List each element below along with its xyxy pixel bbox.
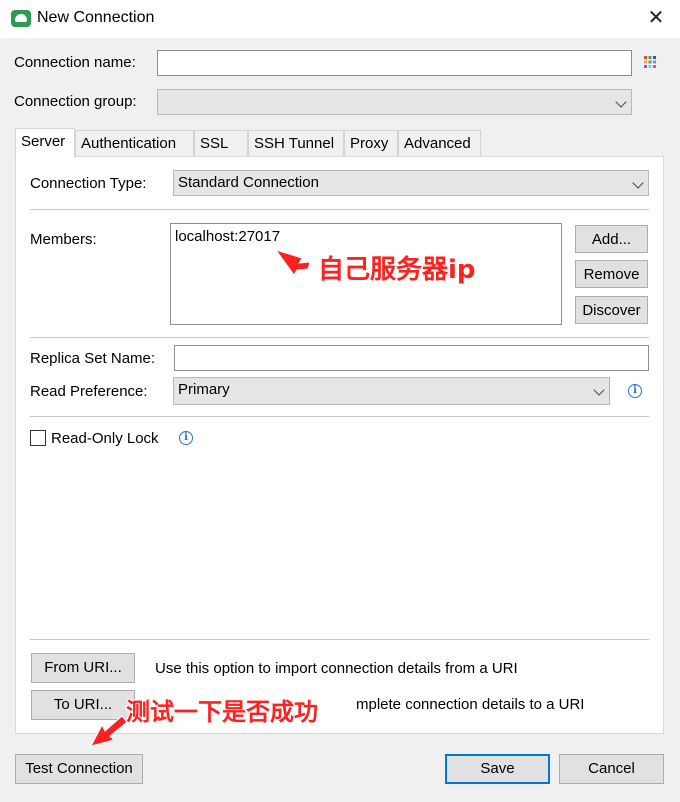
read-preference-value: Primary (178, 381, 230, 398)
divider (30, 639, 649, 640)
replica-set-label: Replica Set Name: (30, 350, 156, 367)
tab-advanced[interactable]: Advanced (398, 130, 481, 156)
connection-type-value: Standard Connection (178, 174, 319, 191)
connection-name-input[interactable] (157, 50, 632, 76)
tab-ssl[interactable]: SSL (194, 130, 248, 156)
divider (30, 209, 649, 210)
tab-server[interactable]: Server (15, 128, 75, 158)
to-uri-button[interactable]: To URI... (31, 690, 135, 720)
connection-group-label: Connection group: (14, 93, 137, 110)
connection-group-select[interactable] (157, 89, 632, 115)
grid-picker-icon[interactable] (643, 55, 657, 69)
read-only-lock-label: Read-Only Lock (51, 430, 159, 447)
read-preference-label: Read Preference: (30, 383, 148, 400)
to-uri-description: mplete connection details to a URI (356, 696, 585, 713)
tab-ssh-tunnel[interactable]: SSH Tunnel (248, 130, 344, 156)
divider (30, 416, 649, 417)
window-title: New Connection (37, 9, 155, 26)
from-uri-description: Use this option to import connection det… (155, 660, 518, 677)
remove-member-button[interactable]: Remove (575, 260, 648, 288)
test-connection-button[interactable]: Test Connection (15, 754, 143, 784)
cancel-button[interactable]: Cancel (559, 754, 664, 784)
chevron-down-icon (615, 96, 627, 108)
info-icon[interactable]: i (179, 431, 193, 445)
connection-type-select[interactable]: Standard Connection (173, 170, 649, 196)
discover-members-button[interactable]: Discover (575, 296, 648, 324)
info-icon[interactable]: i (628, 384, 642, 398)
annotation-server-ip: 自己服务器ip (318, 255, 476, 285)
members-label: Members: (30, 231, 97, 248)
replica-set-input[interactable] (174, 345, 649, 371)
from-uri-button[interactable]: From URI... (31, 653, 135, 683)
close-icon[interactable]: ✕ (644, 6, 668, 30)
member-item[interactable]: localhost:27017 (175, 228, 557, 245)
read-preference-select[interactable]: Primary (173, 377, 610, 405)
read-only-lock-checkbox[interactable] (30, 430, 46, 446)
divider (30, 337, 649, 338)
tab-proxy[interactable]: Proxy (344, 130, 398, 156)
connection-name-label: Connection name: (14, 54, 136, 71)
connection-type-label: Connection Type: (30, 175, 147, 192)
annotation-test-success: 测试一下是否成功 (126, 698, 318, 726)
chevron-down-icon (632, 177, 644, 189)
add-member-button[interactable]: Add... (575, 225, 648, 253)
chevron-down-icon (593, 384, 605, 396)
app-icon (11, 10, 31, 27)
save-button[interactable]: Save (445, 754, 550, 784)
tab-authentication[interactable]: Authentication (75, 130, 194, 156)
